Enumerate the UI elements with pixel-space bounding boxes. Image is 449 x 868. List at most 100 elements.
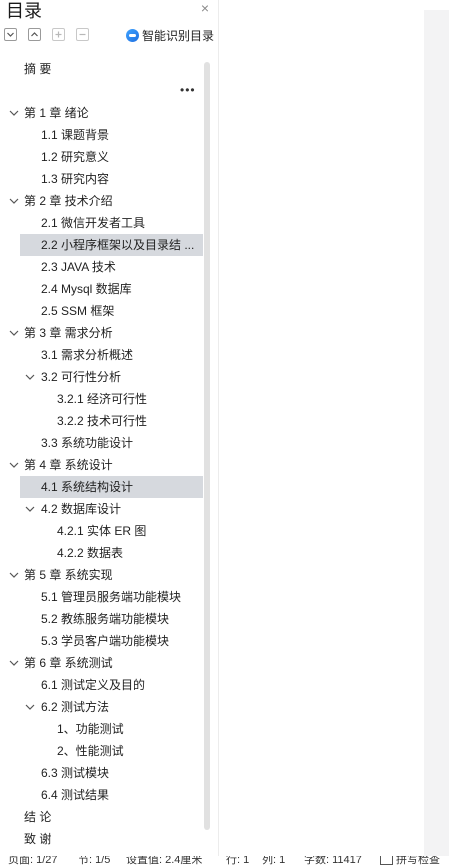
toc-item-label: 6.3 测试模块 [41, 766, 110, 780]
remove-heading-icon[interactable] [76, 28, 89, 41]
toc-item-label: 第 3 章 需求分析 [24, 326, 113, 340]
toc-item-label: 2、性能测试 [57, 744, 124, 758]
toc-item[interactable]: 2.5 SSM 框架 [0, 300, 205, 322]
smart-recognize-icon [126, 28, 139, 42]
toc-item-label: 第 5 章 系统实现 [24, 568, 113, 582]
toc-item-label: 3.2.1 经济可行性 [57, 392, 148, 406]
toc-item[interactable]: 5.1 管理员服务端功能模块 [0, 586, 205, 608]
status-page[interactable]: 页面: 1/27 [8, 856, 58, 867]
toc-item-label: 2.1 微信开发者工具 [41, 216, 146, 230]
toc-item-label: 结 论 [24, 810, 52, 824]
toc-item[interactable]: 结 论 [0, 806, 205, 828]
toc-item-label: 6.4 测试结果 [41, 788, 110, 802]
toc-item-label: 摘 要 [24, 62, 52, 76]
toc-item[interactable]: 第 5 章 系统实现 [0, 564, 205, 586]
toc-item[interactable]: 6.4 测试结果 [0, 784, 205, 806]
toc-item-label: 2.3 JAVA 技术 [41, 260, 116, 274]
toc-item-label: 4.2.2 数据表 [57, 546, 124, 560]
toc-item[interactable]: 1.2 研究意义 [0, 146, 205, 168]
toc-item[interactable]: 5.3 学员客户端功能模块 [0, 630, 205, 652]
page-edge [424, 10, 449, 856]
toc-item-label: 5.3 学员客户端功能模块 [41, 634, 170, 648]
toc-item-label: 5.1 管理员服务端功能模块 [41, 590, 182, 604]
chevron-down-icon[interactable] [8, 564, 20, 586]
panel-title: 目录 [6, 1, 42, 21]
toc-item-label: 3.2.2 技术可行性 [57, 414, 148, 428]
chevron-down-icon[interactable] [8, 454, 20, 476]
toc-item[interactable]: 2.3 JAVA 技术 [0, 256, 205, 278]
toc-item-label: 1、功能测试 [57, 722, 124, 736]
toc-item[interactable]: 2.1 微信开发者工具 [0, 212, 205, 234]
toc-item[interactable]: 1、功能测试 [0, 718, 205, 740]
chevron-down-icon[interactable] [24, 696, 36, 718]
chevron-down-icon[interactable] [24, 498, 36, 520]
status-section: 节: 1/5 [78, 856, 111, 866]
toc-item-label: 第 2 章 技术介绍 [24, 194, 113, 208]
toc-item[interactable]: 3.1 需求分析概述 [0, 344, 205, 366]
status-bar: 页面: 1/27 节: 1/5 设置值: 2.4厘米 行: 1 列: 1 字数:… [0, 856, 449, 868]
toc-item-label: 第 6 章 系统测试 [24, 656, 113, 670]
chevron-down-icon[interactable] [8, 322, 20, 344]
toc-item-label: 第 4 章 系统设计 [24, 458, 113, 472]
more-options-icon[interactable]: ••• [180, 83, 196, 97]
toc-panel: 目录 × 智能识别目录 ••• 摘 要第 1 章 绪论 1.1 课题背景 1.2 研… [0, 0, 218, 868]
toc-item-label: 2.5 SSM 框架 [41, 304, 115, 318]
toc-item-label: 3.1 需求分析概述 [41, 348, 134, 362]
toc-item[interactable]: 2.2 小程序框架以及目录结 ... [20, 234, 203, 256]
smart-toc-button[interactable]: 智能识别目录 [126, 27, 214, 43]
status-row: 行: 1 [226, 856, 250, 866]
toc-item[interactable]: 3.3 系统功能设计 [0, 432, 205, 454]
toc-item[interactable]: 4.2 数据库设计 [0, 498, 205, 520]
document-area[interactable] [219, 0, 449, 856]
status-position: 设置值: 2.4厘米 [126, 856, 203, 866]
toc-item[interactable]: 摘 要 [0, 58, 205, 80]
toc-item[interactable]: 6.3 测试模块 [0, 762, 205, 784]
toc-item-label: 第 1 章 绪论 [24, 106, 89, 120]
chevron-down-icon[interactable] [8, 102, 20, 124]
toc-item[interactable]: 2、性能测试 [0, 740, 205, 762]
toc-item-label: 4.1 系统结构设计 [41, 480, 134, 494]
toc-item-label: 1.2 研究意义 [41, 150, 110, 164]
smart-toc-label: 智能识别目录 [142, 28, 215, 43]
toc-item[interactable]: 致 谢 [0, 828, 205, 850]
scrollbar-thumb[interactable] [204, 62, 210, 830]
toc-item[interactable]: 5.2 教练服务端功能模块 [0, 608, 205, 630]
toc-item[interactable]: 第 3 章 需求分析 [0, 322, 205, 344]
toc-item[interactable]: 第 1 章 绪论 [0, 102, 205, 124]
expand-all-icon[interactable] [28, 28, 41, 41]
toc-item[interactable]: 3.2.2 技术可行性 [0, 410, 205, 432]
toc-item[interactable]: 1.3 研究内容 [0, 168, 205, 190]
toc-item[interactable]: 4.1 系统结构设计 [20, 476, 203, 498]
status-column: 列: 1 [262, 856, 286, 866]
toc-item-label: 4.2.1 实体 ER 图 [57, 524, 147, 538]
toc-item[interactable]: 4.2.1 实体 ER 图 [0, 520, 205, 542]
toc-item-label: 3.2 可行性分析 [41, 370, 122, 384]
chevron-down-icon[interactable] [8, 652, 20, 674]
toc-item-label: 致 谢 [24, 832, 52, 846]
close-icon[interactable]: × [198, 0, 212, 16]
toc-item[interactable]: 3.2.1 经济可行性 [0, 388, 205, 410]
toc-item-label: 5.2 教练服务端功能模块 [41, 612, 170, 626]
toc-item[interactable]: 4.2.2 数据表 [0, 542, 205, 564]
toc-item-label: 3.3 系统功能设计 [41, 436, 134, 450]
toc-item-label: 6.2 测试方法 [41, 700, 110, 714]
chevron-down-icon[interactable] [24, 366, 36, 388]
toc-item-label: 2.4 Mysql 数据库 [41, 282, 132, 296]
toc-item-label: 4.2 数据库设计 [41, 502, 122, 516]
status-word-count[interactable]: 字数: 11417 [304, 856, 362, 867]
toc-item[interactable]: 第 2 章 技术介绍 [0, 190, 205, 212]
spell-check-checkbox[interactable] [380, 856, 393, 865]
toc-item[interactable]: 6.2 测试方法 [0, 696, 205, 718]
toc-item[interactable]: 2.4 Mysql 数据库 [0, 278, 205, 300]
toc-item[interactable]: 6.1 测试定义及目的 [0, 674, 205, 696]
status-spell-check[interactable]: 拼写检查 [396, 856, 440, 867]
toc-item[interactable]: 1.1 课题背景 [0, 124, 205, 146]
toc-item-label: 6.1 测试定义及目的 [41, 678, 146, 692]
chevron-down-icon[interactable] [8, 190, 20, 212]
toc-item-label: 1.1 课题背景 [41, 128, 110, 142]
toc-item[interactable]: 第 4 章 系统设计 [0, 454, 205, 476]
toc-item[interactable]: 第 6 章 系统测试 [0, 652, 205, 674]
add-heading-icon[interactable] [52, 28, 65, 41]
collapse-all-icon[interactable] [4, 28, 17, 41]
toc-item[interactable]: 3.2 可行性分析 [0, 366, 205, 388]
